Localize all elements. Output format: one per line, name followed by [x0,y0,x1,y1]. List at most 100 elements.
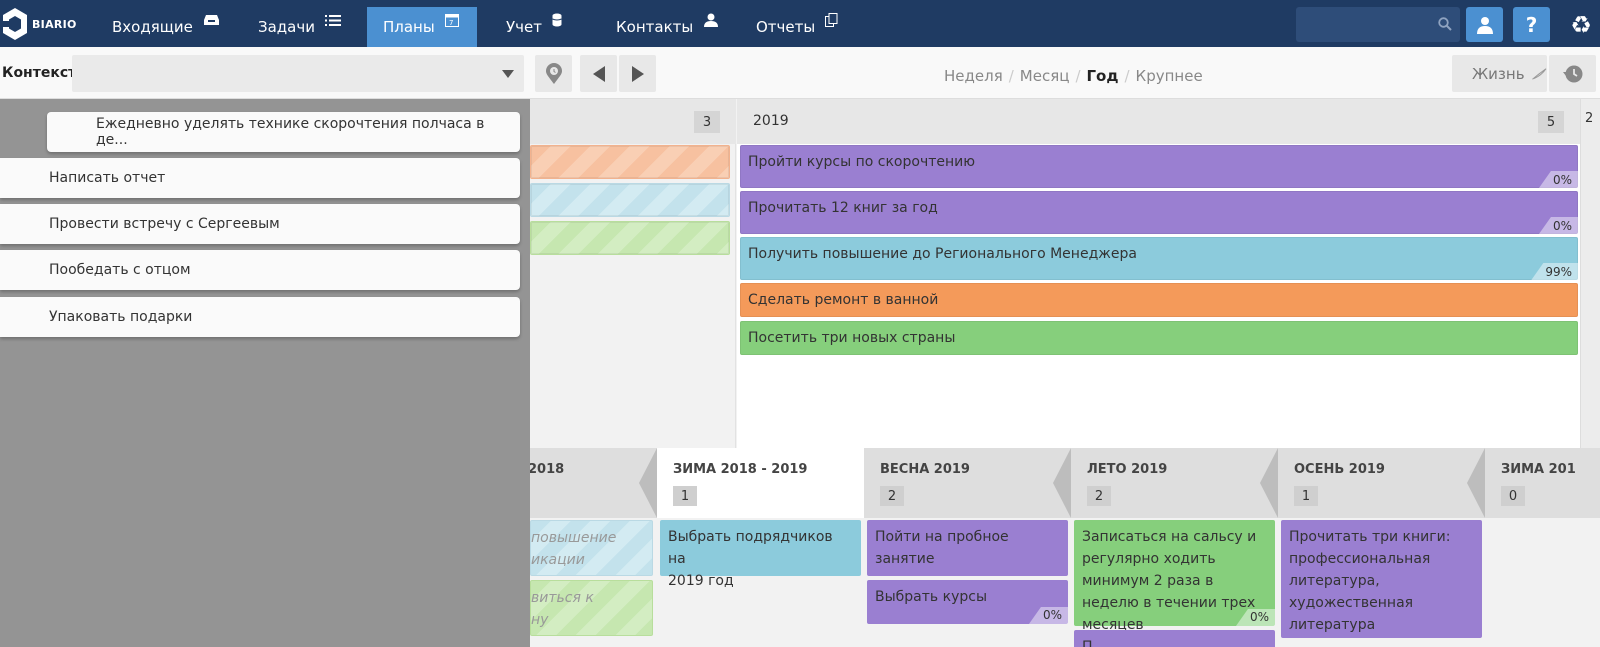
season-board: 2018 повышение икации виться к ну ЗИМА 2… [528,448,1600,647]
goal-card-faded[interactable] [530,183,730,217]
person-icon [703,13,719,27]
search-icon[interactable] [1438,17,1452,35]
season-column: Записаться на сальсу и регулярно ходить … [1071,518,1278,647]
goal-line: виться к [531,590,594,606]
life-button[interactable]: Жизнь [1452,55,1547,92]
goal-card[interactable]: Прочитать 12 книг за год 0% [740,191,1578,234]
year-column-2019: 2019 5 Пройти курсы по скорочтению 0% Пр… [737,99,1580,448]
task-title: Провести встречу с Сергеевым [49,216,280,232]
nav-plans[interactable]: Планы 7 [367,7,477,47]
nav-contacts[interactable]: Контакты [600,7,735,47]
goal-title: Прочитать 12 книг за год [748,200,938,216]
goal-line: икации [531,552,585,568]
map-pin-icon [545,62,562,84]
task-item[interactable]: Ежедневно уделять технике скорочтения по… [47,112,520,152]
help-button[interactable]: ? [1513,7,1550,42]
logo-icon [3,8,27,40]
svg-text:7: 7 [449,19,453,27]
recycle-icon[interactable]: ♻ [1565,9,1597,41]
scale-year[interactable]: Год [1087,67,1119,85]
goal-card-faded[interactable] [530,221,730,255]
prev-period-button[interactable] [580,55,617,92]
goal-card[interactable]: Записаться на сальсу и регулярно ходить … [1074,520,1275,633]
calendar-icon: 7 [444,13,459,27]
task-item[interactable]: Пообедать с отцом [0,250,520,290]
goal-card-faded[interactable]: виться к ну [530,580,653,636]
history-icon [1562,65,1582,82]
goal-line: повышение [531,530,617,546]
goal-title: Пройти курсы по скорочтению [748,154,976,170]
season-column: Пойти на пробное занятие Выбрать курсы 0… [864,518,1071,647]
year-column-next: 2 [1580,99,1600,448]
season-header: ЗИМА 201 0 [1485,448,1600,518]
context-select[interactable] [72,55,524,92]
goal-progress: 0% [1028,607,1068,624]
nav-reports[interactable]: Отчеты [740,7,854,47]
column-header: 3 [530,99,736,144]
arrow-left-icon [592,65,605,82]
documents-icon [825,13,838,27]
user-icon [1476,16,1493,34]
season-header: ЗИМА 2018 - 2019 1 [657,448,864,518]
goal-progress: 0% [1235,609,1275,626]
nav-inbox-label: Входящие [112,18,193,36]
goal-card[interactable]: Выбрать курсы 0% [867,580,1068,624]
season-count: 1 [1294,486,1318,506]
plans-toolbar: Контекст Неделя / Месяц / Год / Крупнее Жизнь [0,47,1600,99]
goal-card[interactable]: Пойти на пробное занятие [867,520,1068,576]
season-title: ЛЕТО 2019 [1087,462,1168,477]
season-header: ВЕСНА 2019 2 [864,448,1071,518]
season-header: ЛЕТО 2019 2 [1071,448,1278,518]
goal-card-faded[interactable] [530,145,730,179]
column-title: 2 [1585,111,1594,126]
goal-title: Выбрать курсы [875,589,987,605]
task-title: Ежедневно уделять технике скорочтения по… [96,116,485,148]
scale-month[interactable]: Месяц [1020,67,1070,85]
nav-accounting-label: Учет [506,18,542,36]
season-count: 2 [880,486,904,506]
goal-title: Пойти на пробное занятие [875,529,1009,567]
search-input[interactable] [1296,7,1426,42]
logo[interactable]: BIARIO [2,4,92,44]
goal-progress: 0% [1538,171,1578,188]
goal-card[interactable]: Выбрать подрядчиков на 2019 год [660,520,861,589]
list-icon [324,14,341,27]
goal-title: Посетить три новых страны [748,330,956,346]
task-item[interactable]: Провести встречу с Сергеевым [0,204,520,244]
goal-card[interactable]: Получить повышение до Регионального Мене… [740,237,1578,280]
scale-larger[interactable]: Крупнее [1136,67,1203,85]
season-count: 2 [1087,486,1111,506]
goal-card[interactable]: Пройти курсы по скорочтению 0% [740,145,1578,188]
nav-plans-label: Планы [383,18,435,36]
goal-progress: 99% [1531,263,1578,280]
season-header: 2018 [528,448,657,518]
goal-card[interactable]: Прочитать три книги: профессиональная ли… [1281,520,1482,638]
column-count: 3 [694,111,720,133]
feather-icon [1531,67,1546,80]
season-title: 2018 [528,462,565,477]
goal-card-faded[interactable]: повышение икации [530,520,653,576]
nav-tasks[interactable]: Задачи [242,7,357,47]
column-title: 2019 [753,113,789,129]
goal-line: Выбрать подрядчиков на [668,529,833,567]
goal-card[interactable]: Сделать ремонт в ванной [740,283,1578,317]
season-header: ОСЕНЬ 2019 1 [1278,448,1485,518]
task-item[interactable]: Упаковать подарки [0,297,520,337]
profile-button[interactable] [1466,7,1503,42]
history-button[interactable] [1549,55,1596,92]
database-icon [552,13,562,27]
nav-inbox[interactable]: Входящие [96,7,236,47]
goal-title: Записаться на сальсу и регулярно ходить … [1082,529,1257,633]
goal-title: Получить повышение до Регионального Мене… [748,246,1137,262]
season-column: Прочитать три книги: профессиональная ли… [1278,518,1485,647]
season-count: 0 [1501,486,1525,506]
next-period-button[interactable] [619,55,656,92]
scale-week[interactable]: Неделя [944,67,1003,85]
goal-card[interactable]: Посетить три новых страны [740,321,1578,355]
goal-card[interactable]: П [1074,630,1275,647]
task-item[interactable]: Написать отчет [0,158,520,198]
inbox-icon [203,14,220,26]
task-panel: Ежедневно уделять технике скорочтения по… [0,99,530,647]
nav-accounting[interactable]: Учет [490,7,578,47]
location-button[interactable] [535,55,572,92]
